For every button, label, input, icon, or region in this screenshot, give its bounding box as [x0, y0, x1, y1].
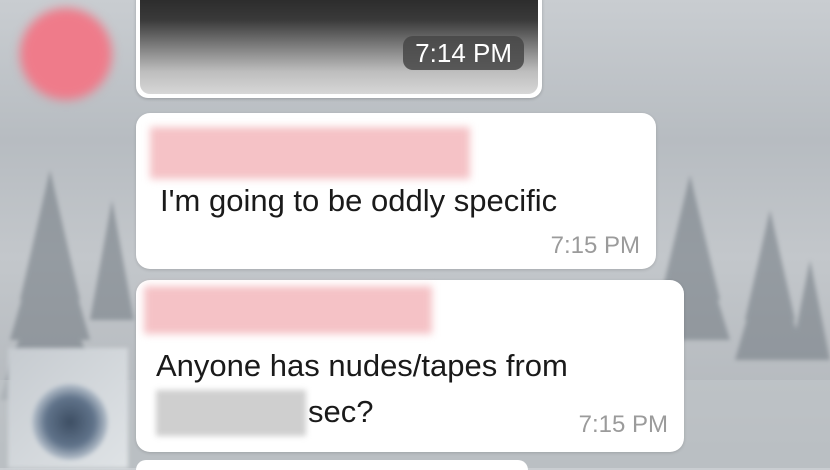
message-text: I'm going to be oddly specific — [160, 183, 558, 218]
message-bubble[interactable]: I'm going to be oddly specific 7:15 PM — [136, 113, 656, 269]
sender-name-redacted — [144, 286, 432, 334]
avatar-blurred[interactable] — [20, 8, 112, 100]
message-text-line: Anyone has nudes/tapes from — [156, 348, 568, 383]
avatar-blurred[interactable] — [8, 348, 128, 468]
message-text-fragment: sec? — [308, 394, 374, 429]
message-timestamp: 7:15 PM — [550, 232, 640, 259]
media-message-bubble[interactable]: 7:14 PM — [136, 0, 542, 98]
next-message-bubble-edge — [136, 460, 528, 470]
message-timestamp: 7:15 PM — [578, 411, 668, 438]
avatar-image — [32, 384, 108, 460]
redacted-text — [156, 390, 306, 436]
message-bubble[interactable]: Anyone has nudes/tapes from sec? 7:15 PM — [136, 280, 684, 452]
message-timestamp: 7:14 PM — [403, 36, 524, 70]
sender-name-redacted — [150, 127, 470, 179]
message-text-line: sec? — [156, 390, 373, 436]
